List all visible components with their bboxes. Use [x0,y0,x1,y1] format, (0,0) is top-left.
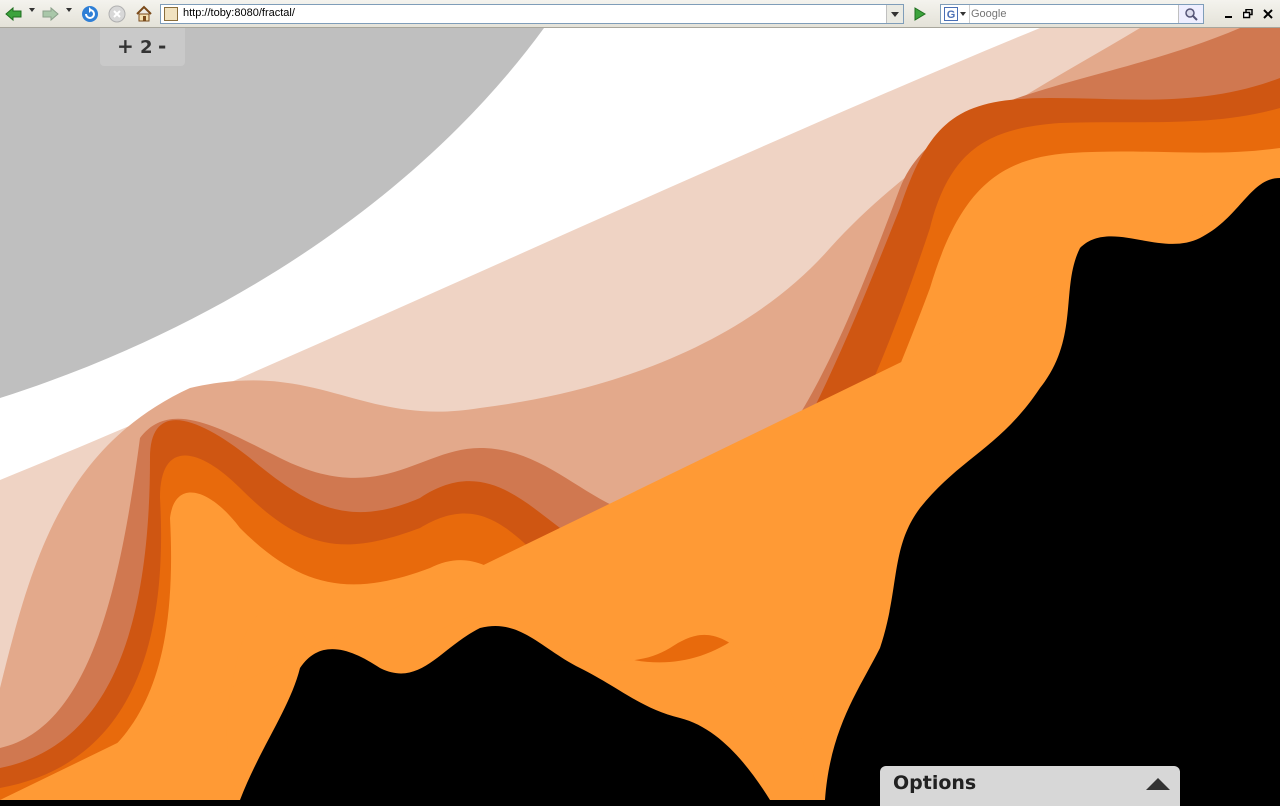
stop-icon[interactable] [107,3,127,25]
zoom-out-button[interactable]: - [158,34,166,58]
back-history-dropdown[interactable] [29,8,35,12]
zoom-level: 2 [140,37,153,58]
home-icon[interactable] [134,3,154,25]
close-icon[interactable] [1260,6,1276,22]
forward-history-dropdown[interactable] [66,8,72,12]
search-engine-selector[interactable]: G [941,5,970,23]
address-bar[interactable]: http://toby:8080/fractal/ [160,4,904,24]
restore-icon[interactable] [1240,6,1256,22]
zoom-in-button[interactable]: + [117,34,134,58]
go-icon [914,7,926,21]
zoom-control: + 2 - [100,28,185,66]
options-title: Options [893,772,977,794]
url-text[interactable]: http://toby:8080/fractal/ [183,7,295,19]
search-box[interactable]: G [940,4,1204,24]
chevron-down-icon [891,11,899,17]
options-panel-header[interactable]: Options [880,766,1180,806]
page-favicon-icon [164,7,178,21]
fractal-viewport[interactable] [0,28,1280,800]
address-dropdown-button[interactable] [886,5,903,23]
refresh-icon[interactable] [80,3,100,25]
go-button[interactable] [908,4,930,24]
fractal-image [0,28,1280,800]
search-icon [1185,8,1198,21]
search-button[interactable] [1178,5,1203,23]
back-icon[interactable] [4,3,24,25]
browser-toolbar: http://toby:8080/fractal/ G [0,0,1280,28]
google-logo-icon: G [944,7,958,21]
minimize-icon[interactable] [1220,6,1236,22]
search-input[interactable] [971,6,1176,21]
expand-triangle-icon[interactable] [1146,778,1170,790]
forward-icon[interactable] [40,3,60,25]
chevron-down-icon [960,12,966,16]
